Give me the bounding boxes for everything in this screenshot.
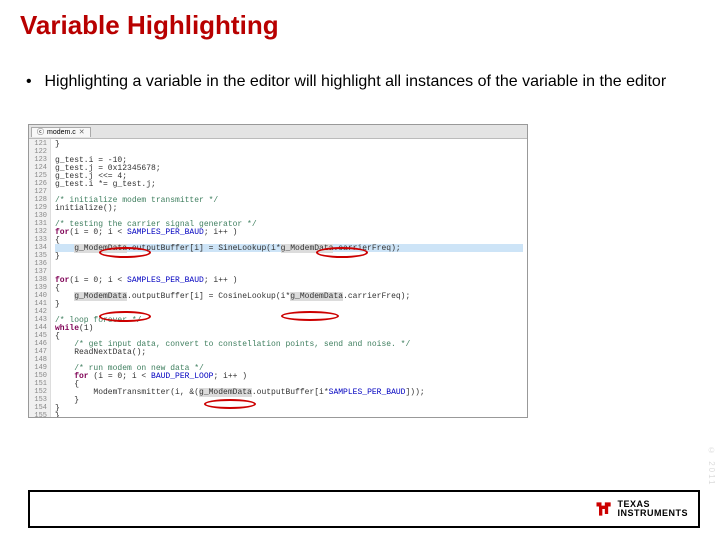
code-line[interactable] — [55, 148, 523, 156]
line-number: 135 — [29, 252, 47, 260]
line-number: 130 — [29, 212, 47, 220]
line-number: 125 — [29, 172, 47, 180]
code-line[interactable]: ModemTransmitter(i, &(g_ModemData.output… — [55, 388, 523, 396]
code-line[interactable]: g_test.j = 0x12345678; — [55, 164, 523, 172]
slide-title: Variable Highlighting — [20, 10, 279, 41]
line-number: 128 — [29, 196, 47, 204]
line-number: 153 — [29, 396, 47, 404]
line-gutter: 1211221231241251261271281291301311321331… — [29, 139, 51, 417]
logo-line-2: INSTRUMENTS — [618, 509, 689, 518]
line-number: 133 — [29, 236, 47, 244]
code-line[interactable] — [55, 188, 523, 196]
line-number: 145 — [29, 332, 47, 340]
code-line[interactable]: /* loop forever */ — [55, 316, 523, 324]
line-number: 141 — [29, 300, 47, 308]
line-number: 136 — [29, 260, 47, 268]
code-line[interactable]: { — [55, 236, 523, 244]
line-number: 124 — [29, 164, 47, 172]
ti-logo-text: TEXAS INSTRUMENTS — [618, 500, 689, 518]
code-line[interactable] — [55, 268, 523, 276]
code-line[interactable]: { — [55, 332, 523, 340]
code-line[interactable]: g_ModemData.outputBuffer[i] = SineLookup… — [55, 244, 523, 252]
code-line[interactable] — [55, 260, 523, 268]
code-editor[interactable]: ⓒ modem.c ✕ 1211221231241251261271281291… — [28, 124, 528, 418]
close-icon[interactable]: ✕ — [79, 128, 85, 137]
line-number: 146 — [29, 340, 47, 348]
code-line[interactable]: } — [55, 412, 523, 418]
code-line[interactable] — [55, 212, 523, 220]
code-line[interactable]: /* testing the carrier signal generator … — [55, 220, 523, 228]
line-number: 154 — [29, 404, 47, 412]
code-line[interactable]: g_ModemData.outputBuffer[i] = CosineLook… — [55, 292, 523, 300]
code-line[interactable] — [55, 356, 523, 364]
c-file-icon: ⓒ — [37, 128, 44, 137]
code-line[interactable]: /* get input data, convert to constellat… — [55, 340, 523, 348]
line-number: 121 — [29, 140, 47, 148]
code-line[interactable]: initialize(); — [55, 204, 523, 212]
line-number: 149 — [29, 364, 47, 372]
code-line[interactable]: /* run modem on new data */ — [55, 364, 523, 372]
line-number: 150 — [29, 372, 47, 380]
code-line[interactable]: } — [55, 396, 523, 404]
line-number: 142 — [29, 308, 47, 316]
code-line[interactable]: ReadNextData(); — [55, 348, 523, 356]
line-number: 143 — [29, 316, 47, 324]
bullet-marker: • — [26, 72, 40, 93]
line-number: 139 — [29, 284, 47, 292]
line-number: 131 — [29, 220, 47, 228]
code-line[interactable]: for(i = 0; i < SAMPLES_PER_BAUD; i++ ) — [55, 228, 523, 236]
line-number: 155 — [29, 412, 47, 418]
line-number: 137 — [29, 268, 47, 276]
code-line[interactable]: /* initialize modem transmitter */ — [55, 196, 523, 204]
line-number: 132 — [29, 228, 47, 236]
line-number: 123 — [29, 156, 47, 164]
line-number: 138 — [29, 276, 47, 284]
code-line[interactable]: for (i = 0; i < BAUD_PER_LOOP; i++ ) — [55, 372, 523, 380]
line-number: 147 — [29, 348, 47, 356]
code-line[interactable]: g_test.i *= g_test.j; — [55, 180, 523, 188]
code-line[interactable]: { — [55, 380, 523, 388]
line-number: 144 — [29, 324, 47, 332]
line-number: 140 — [29, 292, 47, 300]
code-line[interactable]: } — [55, 300, 523, 308]
code-line[interactable]: while(1) — [55, 324, 523, 332]
line-number: 127 — [29, 188, 47, 196]
tab-bar: ⓒ modem.c ✕ — [29, 125, 527, 139]
code-body[interactable]: }g_test.i = -10;g_test.j = 0x12345678;g_… — [51, 139, 527, 417]
code-line[interactable]: { — [55, 284, 523, 292]
tab-label: modem.c — [47, 128, 76, 137]
ti-logo: TEXAS INSTRUMENTS — [594, 499, 689, 519]
code-line[interactable] — [55, 308, 523, 316]
file-tab[interactable]: ⓒ modem.c ✕ — [31, 127, 91, 137]
bullet-text: Highlighting a variable in the editor wi… — [44, 72, 684, 93]
footer-bar: TEXAS INSTRUMENTS — [28, 490, 700, 528]
line-number: 126 — [29, 180, 47, 188]
code-line[interactable]: } — [55, 404, 523, 412]
copyright-strip: © 2011 — [707, 446, 716, 486]
code-area[interactable]: 1211221231241251261271281291301311321331… — [29, 139, 527, 417]
bullet-point: • Highlighting a variable in the editor … — [26, 72, 700, 93]
code-line[interactable]: for(i = 0; i < SAMPLES_PER_BAUD; i++ ) — [55, 276, 523, 284]
ti-logo-icon — [594, 499, 614, 519]
code-line[interactable]: g_test.j <<= 4; — [55, 172, 523, 180]
line-number: 129 — [29, 204, 47, 212]
code-line[interactable]: } — [55, 140, 523, 148]
line-number: 151 — [29, 380, 47, 388]
line-number: 122 — [29, 148, 47, 156]
line-number: 134 — [29, 244, 47, 252]
code-line[interactable]: g_test.i = -10; — [55, 156, 523, 164]
line-number: 152 — [29, 388, 47, 396]
line-number: 148 — [29, 356, 47, 364]
code-line[interactable]: } — [55, 252, 523, 260]
